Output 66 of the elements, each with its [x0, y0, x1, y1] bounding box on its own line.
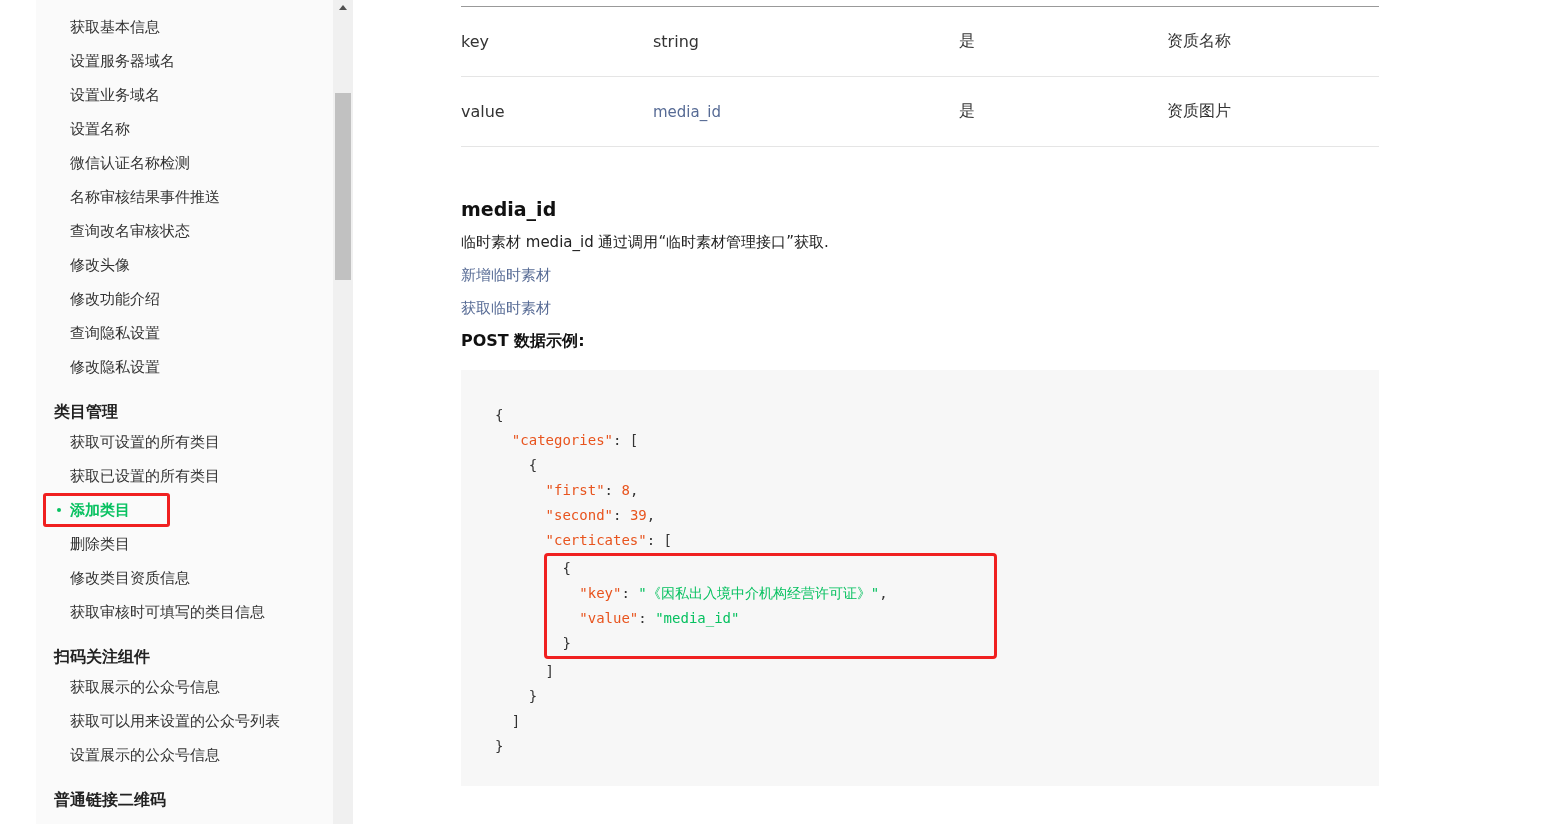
table-cell-text: string: [653, 32, 700, 51]
nav-group-heading: 扫码关注组件: [52, 646, 151, 668]
example-label: POST 数据示例:: [461, 330, 586, 352]
table-cell: 资质图片: [1167, 101, 1231, 122]
code-number: 8: [621, 482, 630, 498]
nav-item[interactable]: 删除类目: [36, 527, 130, 561]
code-text: {: [495, 407, 504, 423]
nav-item[interactable]: 设置服务器域名: [36, 44, 175, 78]
code-key: "key": [579, 585, 622, 601]
code-key: "categories": [511, 432, 613, 448]
code-text: : [: [646, 532, 673, 548]
code-number: 39: [629, 507, 647, 523]
scrollbar-thumb[interactable]: [335, 93, 351, 280]
code-string: "media_id": [655, 610, 740, 626]
code-text: :: [604, 482, 615, 498]
nav-item[interactable]: 查询改名审核状态: [36, 214, 190, 248]
table-cell-text: value: [461, 102, 506, 121]
section-heading: media_id: [461, 197, 558, 221]
nav-item[interactable]: 修改功能介绍: [36, 282, 160, 316]
code-text: }: [562, 635, 571, 651]
code-text: ,: [879, 585, 888, 601]
code-key: "value": [579, 610, 639, 626]
nav-item[interactable]: 查询隐私设置: [36, 316, 160, 350]
code-key: "second": [545, 507, 613, 523]
code-text: ,: [646, 507, 656, 523]
nav-item[interactable]: 修改类目资质信息: [36, 561, 190, 595]
code-key: "certicates": [545, 532, 647, 548]
doc-link[interactable]: 新增临时素材: [461, 266, 551, 284]
code-text: ]: [545, 663, 554, 679]
nav-item[interactable]: 获取可以用来设置的公众号列表: [36, 704, 280, 738]
code-text: {: [528, 457, 538, 473]
bullet-icon: [57, 508, 61, 512]
nav-item[interactable]: 获取审核时可填写的类目信息: [36, 595, 265, 629]
code-text: : [: [613, 432, 639, 448]
nav-item[interactable]: 获取基本信息: [36, 10, 160, 44]
nav-item[interactable]: 设置展示的公众号信息: [36, 738, 220, 772]
table-cell-text: 是: [959, 101, 976, 122]
code-text: }: [495, 738, 504, 754]
nav-item[interactable]: 修改头像: [36, 248, 130, 282]
code-string: "《因私出入境中介机构经营许可证》": [638, 585, 880, 601]
code-text: }: [528, 688, 538, 704]
scroll-up-icon[interactable]: [338, 4, 348, 10]
nav-item[interactable]: 设置名称: [36, 112, 130, 146]
code-text: :: [621, 585, 631, 601]
code-key: "first": [545, 482, 605, 498]
description-text: 临时素材 media_id 通过调用“临时素材管理接口”获取.: [461, 232, 830, 253]
nav-item[interactable]: 获取展示的公众号信息: [36, 670, 220, 704]
nav-item[interactable]: 获取可设置的所有类目: [36, 425, 220, 459]
nav-group-heading: 类目管理: [53, 401, 119, 423]
scrollbar[interactable]: [333, 0, 353, 824]
nav-item[interactable]: 修改隐私设置: [36, 350, 160, 384]
nav-item[interactable]: 微信认证名称检测: [36, 146, 190, 180]
nav-item[interactable]: 设置业务域名: [36, 78, 160, 112]
table-cell: 资质名称: [1167, 31, 1231, 52]
code-text: {: [562, 560, 571, 576]
table-link[interactable]: media_id: [653, 102, 959, 121]
code-text: ]: [511, 713, 521, 729]
nav-item[interactable]: 获取已设置的所有类目: [36, 459, 220, 493]
nav-item[interactable]: 名称审核结果事件推送: [36, 180, 220, 214]
code-text: :: [638, 610, 648, 626]
table-cell-text: 是: [959, 31, 976, 52]
table-cell-text: key: [461, 32, 490, 51]
nav-group-heading: 普通链接二维码: [53, 789, 167, 811]
doc-link[interactable]: 获取临时素材: [461, 299, 551, 317]
code-text: ,: [629, 482, 639, 498]
code-text: :: [613, 507, 623, 523]
